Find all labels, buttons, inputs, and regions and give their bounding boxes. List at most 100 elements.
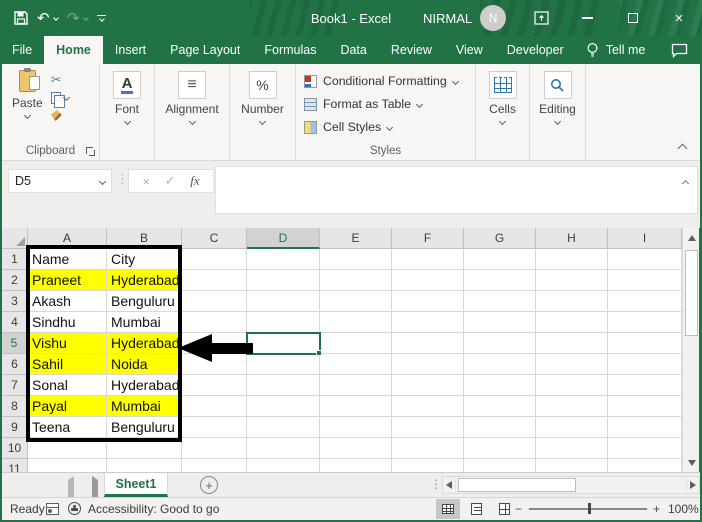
cell-D6[interactable]	[247, 354, 320, 375]
enter-button[interactable]: ✓	[165, 173, 176, 189]
maximize-button[interactable]	[610, 0, 656, 36]
cell-G5[interactable]	[464, 333, 536, 354]
row-header-8[interactable]: 8	[2, 396, 28, 417]
cell-I11[interactable]	[608, 459, 682, 472]
vertical-scrollbar[interactable]	[682, 228, 699, 472]
cell-B1[interactable]: City	[107, 249, 182, 270]
row-header-5[interactable]: 5	[2, 333, 28, 354]
cell-B6[interactable]: Noida	[107, 354, 182, 375]
cell-F2[interactable]	[392, 270, 464, 291]
cell-B8[interactable]: Mumbai	[107, 396, 182, 417]
cell-I9[interactable]	[608, 417, 682, 438]
cell-G6[interactable]	[464, 354, 536, 375]
row-header-7[interactable]: 7	[2, 375, 28, 396]
redo-button[interactable]: ↷	[67, 9, 89, 27]
tab-developer[interactable]: Developer	[495, 36, 576, 64]
cell-E9[interactable]	[320, 417, 392, 438]
cell-D9[interactable]	[247, 417, 320, 438]
cell-E8[interactable]	[320, 396, 392, 417]
cell-B2[interactable]: Hyderabad	[107, 270, 182, 291]
row-header-1[interactable]: 1	[2, 249, 28, 270]
horizontal-scroll-thumb[interactable]	[458, 478, 576, 492]
cell-I6[interactable]	[608, 354, 682, 375]
cell-F11[interactable]	[392, 459, 464, 472]
tab-formulas[interactable]: Formulas	[252, 36, 328, 64]
cell-D3[interactable]	[247, 291, 320, 312]
insert-function-button[interactable]: fx	[190, 173, 199, 189]
column-header-C[interactable]: C	[182, 228, 247, 249]
cell-D8[interactable]	[247, 396, 320, 417]
zoom-slider-thumb[interactable]	[588, 503, 591, 514]
accessibility-status[interactable]: Accessibility: Good to go	[88, 502, 219, 516]
tab-file[interactable]: File	[0, 36, 44, 64]
cell-F9[interactable]	[392, 417, 464, 438]
cell-C1[interactable]	[182, 249, 247, 270]
cell-G1[interactable]	[464, 249, 536, 270]
next-sheet-button[interactable]	[92, 476, 98, 501]
cell-F4[interactable]	[392, 312, 464, 333]
cell-B3[interactable]: Benguluru	[107, 291, 182, 312]
row-header-11[interactable]: 11	[2, 459, 28, 472]
font-group-button[interactable]: A Font	[100, 71, 154, 126]
cell-A4[interactable]: Sindhu	[28, 312, 107, 333]
cell-C3[interactable]	[182, 291, 247, 312]
cell-I8[interactable]	[608, 396, 682, 417]
scroll-left-button[interactable]	[443, 477, 456, 493]
cell-I5[interactable]	[608, 333, 682, 354]
cell-A8[interactable]: Payal	[28, 396, 107, 417]
cell-A6[interactable]: Sahil	[28, 354, 107, 375]
cell-E1[interactable]	[320, 249, 392, 270]
cell-I7[interactable]	[608, 375, 682, 396]
name-box[interactable]: D5	[8, 169, 112, 193]
zoom-out-button[interactable]: −	[515, 502, 522, 516]
cell-H11[interactable]	[536, 459, 608, 472]
collapse-ribbon-button[interactable]	[677, 143, 688, 154]
cell-A3[interactable]: Akash	[28, 291, 107, 312]
cell-B5[interactable]: Hyderabad	[107, 333, 182, 354]
cell-H5[interactable]	[536, 333, 608, 354]
close-button[interactable]: ×	[656, 0, 702, 36]
cut-button[interactable]: ✂	[51, 72, 69, 87]
editing-group-button[interactable]: Editing	[530, 71, 585, 126]
row-header-3[interactable]: 3	[2, 291, 28, 312]
clipboard-dialog-launcher[interactable]	[86, 147, 95, 156]
copy-button[interactable]	[50, 90, 70, 108]
cell-C8[interactable]	[182, 396, 247, 417]
cell-E4[interactable]	[320, 312, 392, 333]
horizontal-scrollbar[interactable]	[442, 476, 700, 494]
page-layout-view-button[interactable]	[464, 499, 488, 519]
cell-D10[interactable]	[247, 438, 320, 459]
formula-input[interactable]	[215, 166, 698, 214]
resize-dots[interactable]: ⋮	[430, 477, 442, 491]
cell-E10[interactable]	[320, 438, 392, 459]
scroll-down-button[interactable]	[683, 453, 700, 472]
macro-record-icon[interactable]	[46, 503, 59, 515]
cell-D4[interactable]	[247, 312, 320, 333]
cell-H2[interactable]	[536, 270, 608, 291]
row-header-2[interactable]: 2	[2, 270, 28, 291]
cell-H10[interactable]	[536, 438, 608, 459]
column-header-D[interactable]: D	[247, 228, 320, 249]
row-header-4[interactable]: 4	[2, 312, 28, 333]
sheet-tab-sheet1[interactable]: Sheet1	[104, 473, 168, 497]
cell-G10[interactable]	[464, 438, 536, 459]
cell-E5[interactable]	[320, 333, 392, 354]
row-header-9[interactable]: 9	[2, 417, 28, 438]
paste-button[interactable]: Paste	[12, 68, 43, 123]
cell-A5[interactable]: Vishu	[28, 333, 107, 354]
cell-styles-button[interactable]: Cell Styles	[304, 117, 475, 137]
zoom-level[interactable]: 100%	[668, 502, 699, 516]
zoom-in-button[interactable]: +	[653, 502, 660, 516]
cell-G11[interactable]	[464, 459, 536, 472]
column-header-G[interactable]: G	[464, 228, 536, 249]
cell-F1[interactable]	[392, 249, 464, 270]
cell-F10[interactable]	[392, 438, 464, 459]
cell-C5[interactable]	[182, 333, 247, 354]
cell-H9[interactable]	[536, 417, 608, 438]
normal-view-button[interactable]	[436, 499, 460, 519]
conditional-formatting-button[interactable]: Conditional Formatting	[304, 71, 475, 91]
cell-G3[interactable]	[464, 291, 536, 312]
cell-F3[interactable]	[392, 291, 464, 312]
cell-I10[interactable]	[608, 438, 682, 459]
tell-me-box[interactable]: Tell me	[586, 36, 645, 64]
